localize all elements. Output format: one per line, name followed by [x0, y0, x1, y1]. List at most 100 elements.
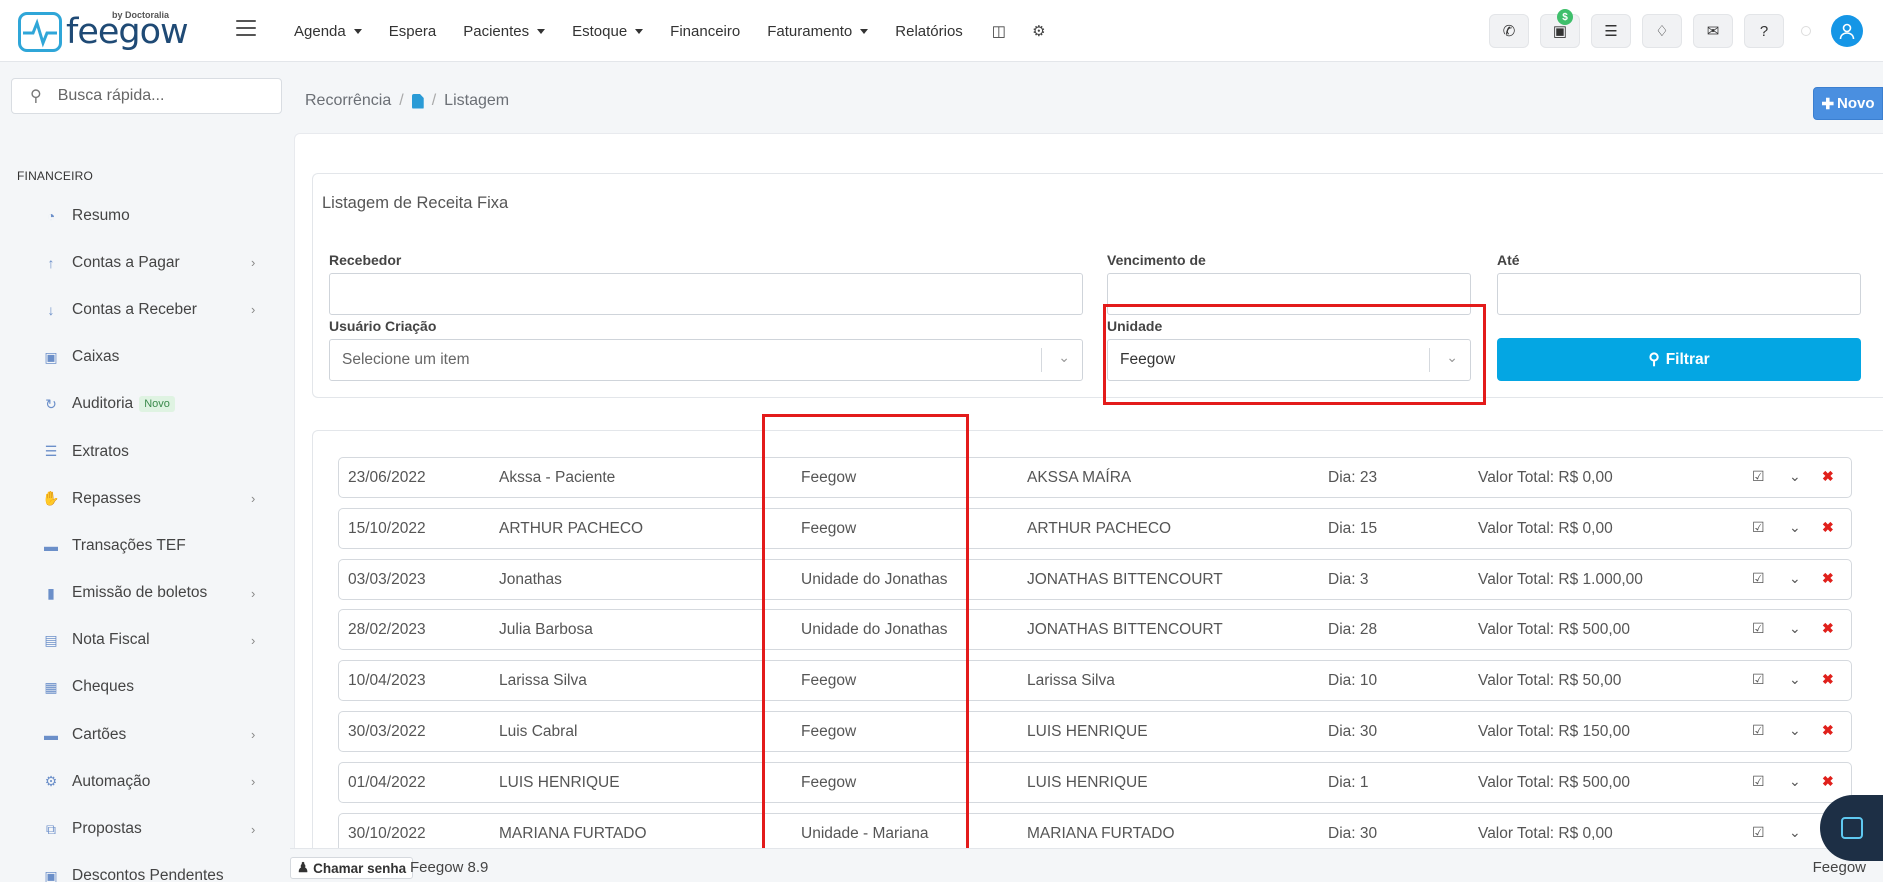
sidebar-item-auditoria[interactable]: ↻ Auditoria Novo — [0, 381, 294, 428]
edit-check-icon[interactable]: ☑ — [1752, 671, 1765, 688]
nav-item-financeiro[interactable]: Financeiro — [670, 23, 740, 40]
edit-check-icon[interactable]: ☑ — [1752, 570, 1765, 587]
help-button[interactable]: ? — [1744, 14, 1784, 48]
delete-icon[interactable]: ✖ — [1822, 722, 1834, 739]
new-button[interactable]: ✚ Novo — [1813, 87, 1883, 120]
database-icon[interactable]: ◫ — [990, 22, 1008, 40]
vencimento-label: Vencimento de — [1107, 252, 1206, 268]
sidebar-item-contas-a-receber[interactable]: ↓ Contas a Receber › — [0, 286, 294, 333]
cell-day: Dia: 15 — [1328, 519, 1378, 537]
sidebar-item-extratos[interactable]: ☰ Extratos — [0, 428, 294, 475]
cell-date: 30/03/2022 — [348, 723, 426, 740]
file-icon[interactable] — [411, 93, 424, 109]
nav-item-faturamento[interactable]: Faturamento — [767, 23, 869, 40]
chevron-right-icon: › — [251, 491, 256, 507]
sidebar-item-nota-fiscal[interactable]: ▤ Nota Fiscal › — [0, 617, 294, 664]
search-input[interactable] — [57, 87, 258, 105]
sidebar-item-contas-a-pagar[interactable]: ↑ Contas a Pagar › — [0, 239, 294, 286]
edit-check-icon[interactable]: ☑ — [1752, 824, 1765, 841]
table-row[interactable]: 10/04/2023 Larissa Silva Feegow Larissa Sil… — [338, 660, 1852, 702]
table-row[interactable]: 30/03/2022 Luis Cabral Feegow LUIS HENRIQUE… — [338, 711, 1852, 752]
gear-icon[interactable]: ⚙ — [1030, 22, 1048, 40]
table-row[interactable]: 23/06/2022 Akssa - Paciente Feegow AKSSA MA… — [338, 457, 1852, 498]
delete-icon[interactable]: ✖ — [1822, 671, 1834, 688]
phone-button[interactable]: ✆ — [1489, 14, 1529, 48]
expand-chevron-icon[interactable]: ⌄ — [1789, 722, 1801, 739]
chevron-right-icon: › — [251, 727, 256, 743]
nav-item-espera[interactable]: Espera — [389, 23, 437, 40]
call-ticket-button[interactable]: ♟ Chamar senha — [290, 857, 414, 879]
table-row[interactable]: 28/02/2023 Julia Barbosa Unidade do Jonath… — [338, 609, 1852, 651]
expand-chevron-icon[interactable]: ⌄ — [1789, 519, 1801, 536]
new-badge: Novo — [139, 396, 175, 413]
card-icon: ▬ — [44, 726, 58, 743]
chat-button[interactable]: ✉ — [1693, 14, 1733, 48]
caret-down-icon — [635, 28, 644, 34]
breadcrumb-listagem: Listagem — [444, 92, 510, 109]
credit-card-icon: ▬ — [44, 537, 58, 554]
cell-name: Akssa - Paciente — [499, 469, 616, 486]
delete-icon[interactable]: ✖ — [1822, 570, 1834, 587]
cell-day: Dia: 30 — [1328, 824, 1378, 842]
feegow-logo[interactable]: feegow by Doctoralia — [18, 10, 189, 52]
expand-chevron-icon[interactable]: ⌄ — [1789, 773, 1801, 790]
delete-icon[interactable]: ✖ — [1822, 519, 1834, 536]
sidebar-item-transacoes-tef[interactable]: ▬ Transações TEF — [0, 522, 294, 569]
nav-item-pacientes[interactable]: Pacientes — [463, 23, 546, 40]
breadcrumb-recorrencia[interactable]: Recorrência — [305, 92, 391, 110]
table-row[interactable]: 03/03/2023 Jonathas Unidade do Jonathas JON… — [338, 558, 1852, 600]
sidebar-item-descontos-pendentes[interactable]: ▣ Descontos Pendentes — [0, 853, 294, 882]
edit-check-icon[interactable]: ☑ — [1752, 620, 1765, 637]
table-row[interactable]: 15/10/2022 ARTHUR PACHECO Feegow ARTHUR PAC… — [338, 507, 1852, 549]
footer: ♟ Chamar senha Feegow 8.9 Feegow — [290, 848, 1883, 882]
sidebar-item-resumo[interactable]: ◔ Resumo — [0, 192, 294, 239]
nav-item-estoque[interactable]: Estoque — [572, 23, 644, 40]
edit-check-icon[interactable]: ☑ — [1752, 773, 1765, 790]
cell-name: Luis Cabral — [499, 723, 578, 740]
tasks-icon: ☰ — [1604, 23, 1618, 40]
sidebar-item-cheques[interactable]: ▦ Cheques — [0, 664, 294, 711]
inbox-button[interactable]: ▣ $ — [1540, 9, 1580, 48]
ate-input[interactable] — [1497, 273, 1861, 315]
edit-check-icon[interactable]: ☑ — [1752, 519, 1765, 536]
quick-search[interactable]: ⚲ — [11, 78, 282, 114]
cell-receiver: LUIS HENRIQUE — [1027, 723, 1148, 740]
expand-chevron-icon[interactable]: ⌄ — [1789, 824, 1801, 841]
ate-label: Até — [1497, 252, 1520, 268]
sidebar-item-emissao-de-boletos[interactable]: ▮ Emissão de boletos › — [0, 570, 294, 617]
arrow-down-circle-icon: ↓ — [47, 301, 55, 318]
sidebar-item-cartoes[interactable]: ▬ Cartões › — [0, 711, 294, 758]
delete-icon[interactable]: ✖ — [1822, 620, 1834, 637]
edit-check-icon[interactable]: ☑ — [1752, 722, 1765, 739]
expand-chevron-icon[interactable]: ⌄ — [1789, 671, 1801, 688]
sidebar-item-propostas[interactable]: ⧉ Propostas › — [0, 805, 294, 852]
edit-check-icon[interactable]: ☑ — [1752, 468, 1765, 485]
avatar[interactable] — [1831, 15, 1863, 47]
delete-icon[interactable]: ✖ — [1822, 468, 1834, 485]
cell-receiver: AKSSA MAÍRA — [1027, 469, 1132, 486]
expand-chevron-icon[interactable]: ⌄ — [1789, 570, 1801, 587]
chevron-right-icon: › — [251, 821, 256, 837]
usuario-select[interactable]: Selecione um item ⌄ — [329, 339, 1083, 381]
delete-icon[interactable]: ✖ — [1822, 773, 1834, 790]
cell-day: Dia: 28 — [1328, 621, 1378, 639]
expand-chevron-icon[interactable]: ⌄ — [1789, 468, 1801, 485]
table-row[interactable]: 01/04/2022 LUIS HENRIQUE Feegow LUIS HENRIQ… — [338, 761, 1852, 803]
assistant-fab[interactable] — [1820, 795, 1883, 861]
caret-down-icon — [860, 28, 869, 34]
sidebar: ⚲ FINANCEIRO ◔Resumo↑Contas a Pagar›↓Con… — [0, 62, 294, 882]
recebedor-input[interactable] — [329, 273, 1083, 315]
nav-item-relat-rios[interactable]: Relatórios — [895, 23, 963, 40]
sidebar-item-repasses[interactable]: ✋ Repasses › — [0, 475, 294, 522]
cell-name: MARIANA FURTADO — [499, 824, 647, 842]
inbox-icon: ▣ — [44, 348, 58, 365]
cell-total: Valor Total: R$ 500,00 — [1478, 621, 1630, 639]
expand-chevron-icon[interactable]: ⌄ — [1789, 620, 1801, 637]
nav-item-agenda[interactable]: Agenda — [294, 23, 362, 40]
filter-button[interactable]: ⚲ Filtrar — [1497, 338, 1861, 381]
sidebar-item-automacao[interactable]: ⚙ Automação › — [0, 758, 294, 805]
hamburger-menu-icon[interactable] — [236, 20, 256, 36]
tasks-button[interactable]: ☰ — [1591, 14, 1631, 48]
sidebar-item-caixas[interactable]: ▣ Caixas — [0, 334, 294, 381]
notifications-button[interactable]: ♢ — [1642, 14, 1682, 48]
